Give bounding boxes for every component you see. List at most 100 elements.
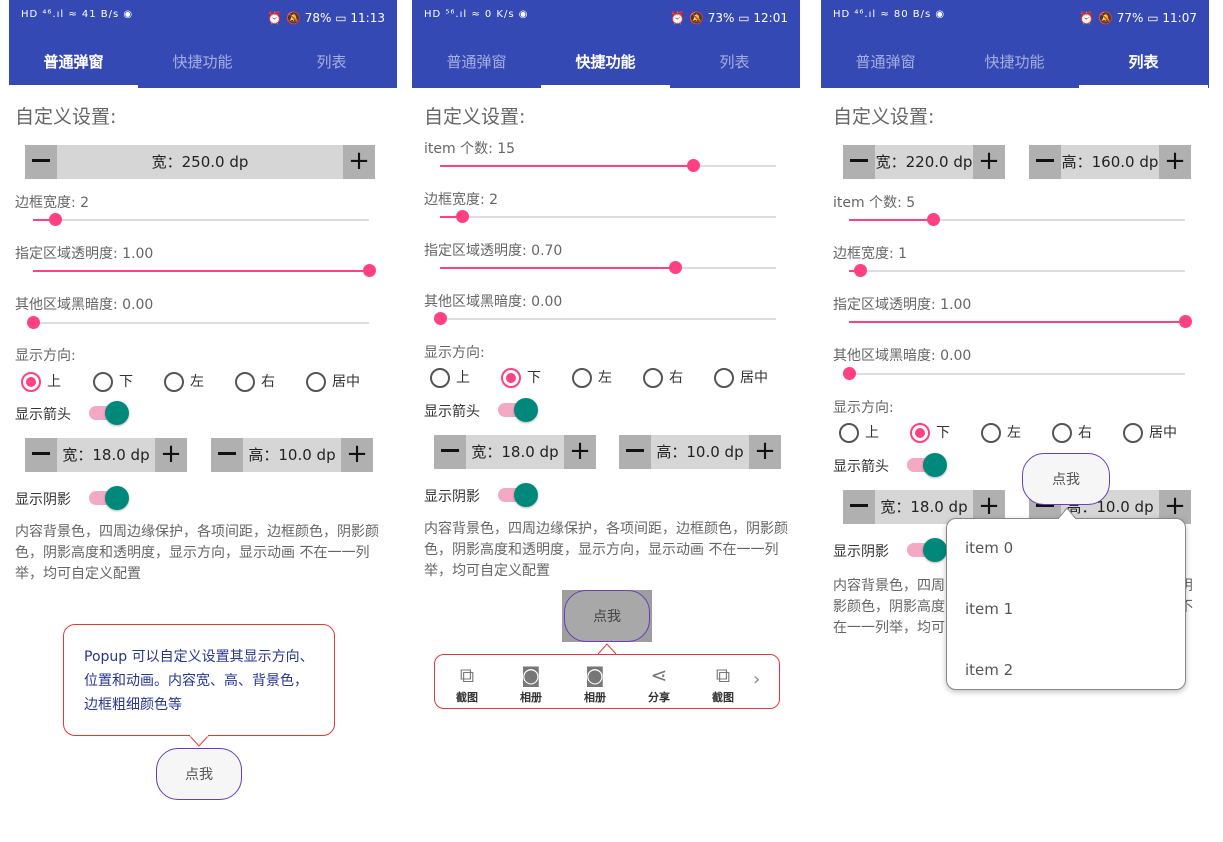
- show-arrow-switch[interactable]: [89, 401, 129, 425]
- radio-right[interactable]: 右: [1052, 422, 1092, 444]
- radio-left[interactable]: 左: [981, 422, 1021, 444]
- slider-thumb[interactable]: [363, 264, 376, 277]
- region-alpha-slider[interactable]: [440, 261, 776, 274]
- slider-thumb[interactable]: [456, 210, 469, 223]
- region-alpha-slider[interactable]: [33, 264, 376, 277]
- slider-thumb[interactable]: [49, 213, 62, 226]
- width-decrease-button[interactable]: [843, 145, 875, 179]
- slider-thumb[interactable]: [434, 312, 447, 325]
- arrow-width-stepper: 宽：18.0 dp +: [434, 435, 596, 469]
- radio-left[interactable]: 左: [572, 367, 612, 389]
- slider-thumb[interactable]: [669, 261, 682, 274]
- show-shadow-switch[interactable]: [89, 486, 129, 510]
- tab-quick-actions[interactable]: 快捷功能: [138, 40, 267, 88]
- click-me-button[interactable]: 点我: [564, 590, 650, 642]
- menu-item-screenshot[interactable]: ⧉ 截图: [701, 661, 745, 705]
- border-width-slider[interactable]: [33, 213, 369, 226]
- arrow-width-increase-button[interactable]: +: [155, 438, 187, 472]
- arrow-width-decrease-button[interactable]: [25, 438, 57, 472]
- menu-item-share[interactable]: ⋖ 分享: [637, 661, 681, 705]
- tab-normal-popup[interactable]: 普通弹窗: [9, 40, 138, 88]
- width-decrease-button[interactable]: [25, 145, 57, 179]
- list-item[interactable]: item 2: [965, 661, 1013, 679]
- popup-text: Popup 可以自定义设置其显示方向、位置和动画。内容宽、高、背景色，边框粗细颜…: [84, 649, 314, 713]
- border-width-slider[interactable]: [849, 264, 1185, 277]
- other-dark-slider[interactable]: [843, 367, 1185, 380]
- radio-down[interactable]: 下: [501, 367, 541, 389]
- radio-up[interactable]: 上: [430, 367, 470, 389]
- radio-center[interactable]: 居中: [1123, 422, 1177, 444]
- item-count-slider[interactable]: [440, 159, 776, 172]
- arrow-height-value: 高：10.0 dp: [248, 446, 336, 464]
- tab-list[interactable]: 列表: [670, 40, 799, 88]
- custom-popup: Popup 可以自定义设置其显示方向、位置和动画。内容宽、高、背景色，边框粗细颜…: [63, 624, 335, 736]
- arrow-height-decrease-button[interactable]: [211, 438, 243, 472]
- height-value: 高：160.0 dp: [1061, 153, 1159, 171]
- slider-thumb[interactable]: [927, 213, 940, 226]
- share-icon: ⋖: [650, 663, 668, 687]
- radio-center[interactable]: 居中: [306, 371, 360, 393]
- popup-width-stepper: 宽：220.0 dp +: [843, 145, 1005, 179]
- arrow-height-decrease-button[interactable]: [619, 435, 651, 469]
- show-arrow-label: 显示箭头: [15, 407, 71, 423]
- radio-right[interactable]: 右: [235, 371, 275, 393]
- slider-thumb[interactable]: [687, 159, 700, 172]
- show-arrow-switch[interactable]: [907, 453, 947, 477]
- tab-normal-popup[interactable]: 普通弹窗: [412, 40, 541, 88]
- arrow-height-increase-button[interactable]: +: [341, 438, 373, 472]
- slider-thumb[interactable]: [854, 264, 867, 277]
- tab-list[interactable]: 列表: [1079, 40, 1208, 88]
- slider-thumb[interactable]: [843, 367, 856, 380]
- width-increase-button[interactable]: +: [973, 145, 1005, 179]
- radio-right[interactable]: 右: [643, 367, 683, 389]
- width-increase-button[interactable]: +: [343, 145, 375, 179]
- slider-thumb[interactable]: [27, 316, 40, 329]
- arrow-width-decrease-button[interactable]: [843, 490, 875, 524]
- show-shadow-switch[interactable]: [907, 538, 947, 562]
- click-me-button[interactable]: 点我: [156, 748, 242, 800]
- slider-fill: [33, 270, 369, 272]
- radio-center[interactable]: 居中: [714, 367, 768, 389]
- radio-down[interactable]: 下: [910, 422, 950, 444]
- other-dark-slider[interactable]: [434, 312, 776, 325]
- radio-down[interactable]: 下: [93, 371, 133, 393]
- status-right: ⏰ 🔕 77% ▭ 11:07: [1079, 11, 1197, 25]
- width-value: 宽：250.0 dp: [151, 153, 249, 171]
- radio-circle: [1052, 423, 1072, 443]
- minus-icon: [32, 451, 50, 455]
- page-title: 自定义设置:: [424, 106, 526, 128]
- arrow-width-value: 宽：18.0 dp: [62, 446, 150, 464]
- tab-quick-actions[interactable]: 快捷功能: [541, 40, 670, 88]
- camera-icon: ◙: [521, 663, 541, 687]
- border-width-slider[interactable]: [440, 210, 776, 223]
- plus-icon: +: [348, 146, 370, 176]
- height-increase-button[interactable]: +: [1159, 145, 1191, 179]
- status-right: ⏰ 🔕 78% ▭ 11:13: [267, 11, 385, 25]
- menu-item-album[interactable]: ◙ 相册: [509, 661, 553, 705]
- list-item[interactable]: item 1: [965, 600, 1013, 618]
- menu-item-album[interactable]: ◙ 相册: [573, 661, 617, 705]
- minus-icon: [850, 503, 868, 507]
- arrow-width-increase-button[interactable]: +: [564, 435, 596, 469]
- height-decrease-button[interactable]: [1029, 145, 1061, 179]
- arrow-width-decrease-button[interactable]: [434, 435, 466, 469]
- chevron-right-icon[interactable]: ›: [753, 669, 760, 690]
- tab-normal-popup[interactable]: 普通弹窗: [821, 40, 950, 88]
- border-width-label: 边框宽度: 2: [15, 195, 90, 211]
- list-item[interactable]: item 0: [965, 539, 1013, 557]
- radio-left[interactable]: 左: [164, 371, 204, 393]
- slider-thumb[interactable]: [1179, 315, 1192, 328]
- crop-icon: ⧉: [715, 663, 731, 687]
- region-alpha-slider[interactable]: [849, 315, 1192, 328]
- radio-up[interactable]: 上: [21, 371, 61, 393]
- radio-up[interactable]: 上: [839, 422, 879, 444]
- show-arrow-switch[interactable]: [498, 398, 538, 422]
- menu-item-screenshot[interactable]: ⧉ 截图: [445, 661, 489, 705]
- tab-quick-actions[interactable]: 快捷功能: [950, 40, 1079, 88]
- other-dark-slider[interactable]: [27, 316, 369, 329]
- tab-list[interactable]: 列表: [267, 40, 396, 88]
- arrow-height-increase-button[interactable]: +: [749, 435, 781, 469]
- show-shadow-switch[interactable]: [498, 483, 538, 507]
- item-count-slider[interactable]: [849, 213, 1185, 226]
- click-me-button[interactable]: 点我: [1022, 453, 1110, 505]
